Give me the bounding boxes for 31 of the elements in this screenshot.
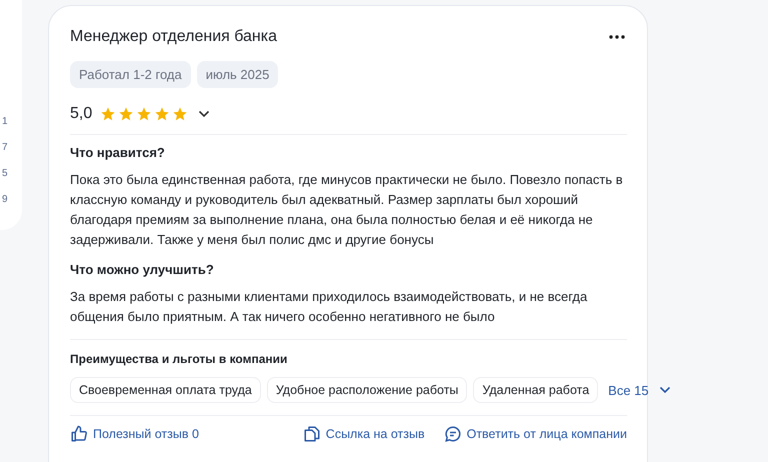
review-text: За время работы с разными клиентами приходилось взаимодействовать, и не всегда общения было приятным. А так ничего особенно негативного не было [70, 288, 588, 326]
chevron-down-icon[interactable] [198, 110, 210, 118]
benefits-heading: Преимущества и льготы в компании [70, 352, 288, 366]
count-text: 5 [2, 168, 9, 180]
rating-score: 5,0 [70, 105, 92, 123]
tag: Работал 1-2 года [70, 61, 191, 88]
copy-icon [302, 425, 321, 443]
review-text: Пока это была единственная работа, где минусов практически не было. Повезло попасть в классную команду и руководитель был адекватный. Размер зарплаты был хороший благодаря премиям за выполнение плана, она была полностью белая и её никогда не задерживали. Также у меня был полис дмс и другие бонусы [70, 171, 624, 249]
tag: июль 2025 [196, 61, 278, 88]
benefit-chip: Удаленная работа [473, 377, 598, 403]
star-icon [136, 106, 152, 122]
benefit-chip: Удобное расположение работы [266, 377, 468, 403]
count-text: 7 [2, 142, 9, 154]
star-icon [100, 106, 116, 122]
section-heading: Что можно улучшить? [70, 262, 215, 277]
action-link[interactable]: Ссылка на отзыв [302, 425, 425, 443]
chevron-down-icon [658, 386, 671, 394]
chat-icon [444, 425, 462, 443]
section-heading: Что нравится? [70, 145, 166, 160]
count-text: 9 [2, 194, 9, 206]
more-icon[interactable] [609, 35, 625, 39]
star-icon [172, 106, 188, 122]
star-icon [118, 106, 134, 122]
thumbs-up-icon [70, 425, 88, 443]
show-all-button[interactable]: Все 15 [608, 382, 671, 398]
review-title: Менеджер отделения банка [70, 28, 278, 46]
action-link[interactable]: Полезный отзыв 0 [70, 425, 199, 443]
star-icon [154, 106, 170, 122]
count-text: 1 [2, 116, 9, 128]
benefit-chip: Своевременная оплата труда [70, 377, 261, 403]
action-link[interactable]: Ответить от лица компании [444, 425, 627, 443]
